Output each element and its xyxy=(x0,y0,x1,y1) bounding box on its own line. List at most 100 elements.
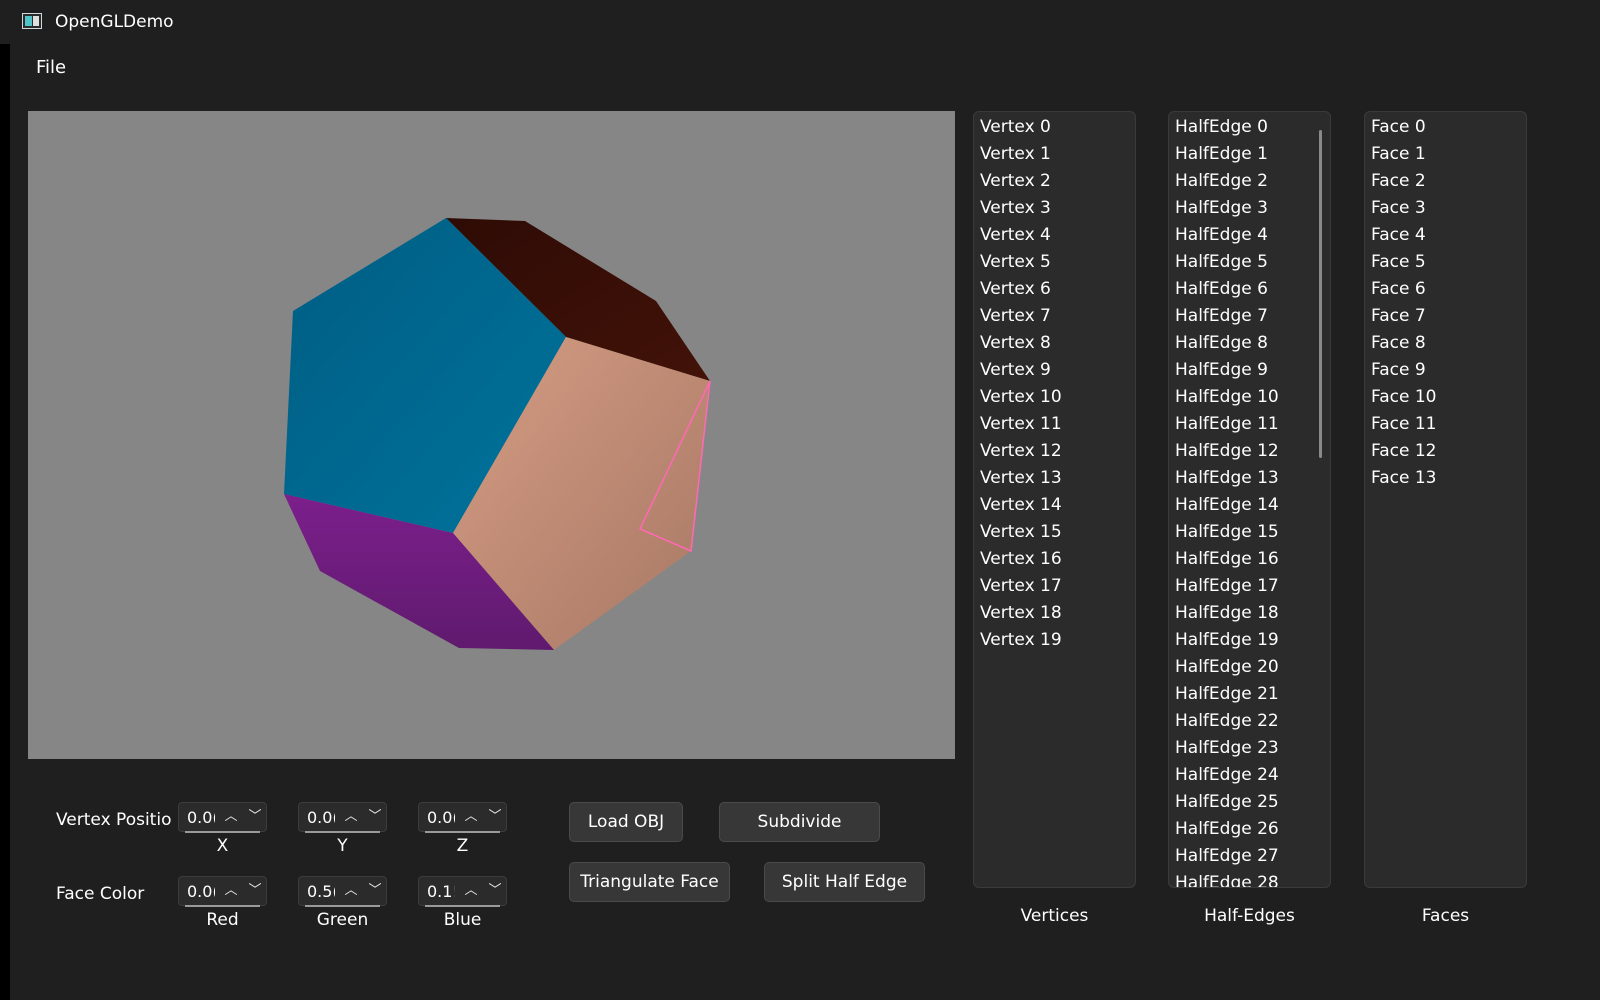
half-edge-list-item[interactable]: HalfEdge 5 xyxy=(1169,249,1330,276)
half-edge-list-item[interactable]: HalfEdge 3 xyxy=(1169,195,1330,222)
chevron-up-icon[interactable]: ︿ xyxy=(461,806,481,828)
vertex-list-item[interactable]: Vertex 4 xyxy=(974,222,1135,249)
vertex-list-item[interactable]: Vertex 7 xyxy=(974,303,1135,330)
face-list-item[interactable]: Face 13 xyxy=(1365,465,1526,492)
face-list-item[interactable]: Face 1 xyxy=(1365,141,1526,168)
face-red-value: 0.0( xyxy=(187,882,215,901)
vertex-list-item[interactable]: Vertex 11 xyxy=(974,411,1135,438)
vertex-list-item[interactable]: Vertex 6 xyxy=(974,276,1135,303)
chevron-up-icon[interactable]: ︿ xyxy=(341,880,361,902)
half-edge-list-item[interactable]: HalfEdge 21 xyxy=(1169,681,1330,708)
half-edges-list[interactable]: HalfEdge 0 HalfEdge 1 HalfEdge 2 HalfEdge 3… xyxy=(1168,111,1331,888)
vertex-y-spinbox[interactable]: 0.0( ︿ ﹀ xyxy=(298,802,387,833)
mesh-render xyxy=(284,218,711,650)
half-edge-list-item[interactable]: HalfEdge 19 xyxy=(1169,627,1330,654)
vertex-list-item[interactable]: Vertex 3 xyxy=(974,195,1135,222)
vertex-list-item[interactable]: Vertex 12 xyxy=(974,438,1135,465)
face-list-item[interactable]: Face 6 xyxy=(1365,276,1526,303)
half-edge-list-item[interactable]: HalfEdge 12 xyxy=(1169,438,1330,465)
half-edge-list-item[interactable]: HalfEdge 18 xyxy=(1169,600,1330,627)
half-edge-list-item[interactable]: HalfEdge 24 xyxy=(1169,762,1330,789)
title-bar: OpenGLDemo xyxy=(0,0,1600,44)
face-list-item[interactable]: Face 5 xyxy=(1365,249,1526,276)
chevron-down-icon[interactable]: ﹀ xyxy=(245,880,265,902)
vertex-list-item[interactable]: Vertex 18 xyxy=(974,600,1135,627)
face-list-item[interactable]: Face 3 xyxy=(1365,195,1526,222)
half-edge-list-item[interactable]: HalfEdge 1 xyxy=(1169,141,1330,168)
half-edge-list-item[interactable]: HalfEdge 28 xyxy=(1169,870,1330,887)
face-green-caption: Green xyxy=(316,910,369,930)
face-list-item[interactable]: Face 9 xyxy=(1365,357,1526,384)
load-obj-button[interactable]: Load OBJ xyxy=(569,802,683,842)
half-edge-list-item[interactable]: HalfEdge 4 xyxy=(1169,222,1330,249)
chevron-up-icon[interactable]: ︿ xyxy=(341,806,361,828)
face-green-spinbox[interactable]: 0.5( ︿ ﹀ xyxy=(298,876,387,907)
vertex-list-item[interactable]: Vertex 10 xyxy=(974,384,1135,411)
subdivide-button[interactable]: Subdivide xyxy=(719,802,880,842)
vertex-list-item[interactable]: Vertex 13 xyxy=(974,465,1135,492)
triangulate-face-button[interactable]: Triangulate Face xyxy=(569,862,730,902)
vertex-list-item[interactable]: Vertex 2 xyxy=(974,168,1135,195)
faces-list[interactable]: Face 0 Face 1 Face 2 Face 3 Face 4 Face 5 Face… xyxy=(1364,111,1527,888)
half-edge-list-item[interactable]: HalfEdge 10 xyxy=(1169,384,1330,411)
vertex-position-label: Vertex Positio xyxy=(56,810,172,830)
face-list-item[interactable]: Face 4 xyxy=(1365,222,1526,249)
vertex-z-spinbox[interactable]: 0.0( ︿ ﹀ xyxy=(418,802,507,833)
half-edge-list-item[interactable]: HalfEdge 6 xyxy=(1169,276,1330,303)
chevron-down-icon[interactable]: ﹀ xyxy=(365,806,385,828)
face-list-item[interactable]: Face 10 xyxy=(1365,384,1526,411)
half-edge-list-item[interactable]: HalfEdge 23 xyxy=(1169,735,1330,762)
vertex-list-item[interactable]: Vertex 1 xyxy=(974,141,1135,168)
half-edge-list-item[interactable]: HalfEdge 11 xyxy=(1169,411,1330,438)
chevron-up-icon[interactable]: ︿ xyxy=(221,806,241,828)
vertex-list-item[interactable]: Vertex 9 xyxy=(974,357,1135,384)
half-edge-list-item[interactable]: HalfEdge 13 xyxy=(1169,465,1330,492)
half-edge-list-item[interactable]: HalfEdge 14 xyxy=(1169,492,1330,519)
half-edges-scrollbar[interactable] xyxy=(1319,130,1322,458)
half-edge-list-item[interactable]: HalfEdge 25 xyxy=(1169,789,1330,816)
vertex-list-item[interactable]: Vertex 14 xyxy=(974,492,1135,519)
chevron-down-icon[interactable]: ﹀ xyxy=(245,806,265,828)
chevron-down-icon[interactable]: ﹀ xyxy=(485,806,505,828)
half-edge-list-item[interactable]: HalfEdge 20 xyxy=(1169,654,1330,681)
chevron-up-icon[interactable]: ︿ xyxy=(221,880,241,902)
chevron-down-icon[interactable]: ﹀ xyxy=(365,880,385,902)
vertex-list-item[interactable]: Vertex 8 xyxy=(974,330,1135,357)
half-edge-list-item[interactable]: HalfEdge 22 xyxy=(1169,708,1330,735)
split-half-edge-button[interactable]: Split Half Edge xyxy=(764,862,925,902)
half-edge-list-item[interactable]: HalfEdge 9 xyxy=(1169,357,1330,384)
half-edge-list-item[interactable]: HalfEdge 16 xyxy=(1169,546,1330,573)
menu-file[interactable]: File xyxy=(36,57,66,78)
vertex-list-item[interactable]: Vertex 17 xyxy=(974,573,1135,600)
half-edge-list-item[interactable]: HalfEdge 2 xyxy=(1169,168,1330,195)
vertex-list-item[interactable]: Vertex 19 xyxy=(974,627,1135,654)
face-list-item[interactable]: Face 0 xyxy=(1365,114,1526,141)
vertex-list-item[interactable]: Vertex 16 xyxy=(974,546,1135,573)
vertex-list-item[interactable]: Vertex 5 xyxy=(974,249,1135,276)
face-list-item[interactable]: Face 7 xyxy=(1365,303,1526,330)
vertex-z-value: 0.0( xyxy=(427,808,455,827)
half-edge-list-item[interactable]: HalfEdge 26 xyxy=(1169,816,1330,843)
half-edge-list-item[interactable]: HalfEdge 0 xyxy=(1169,114,1330,141)
face-list-item[interactable]: Face 8 xyxy=(1365,330,1526,357)
face-blue-spinbox[interactable]: 0.1! ︿ ﹀ xyxy=(418,876,507,907)
half-edge-list-item[interactable]: HalfEdge 17 xyxy=(1169,573,1330,600)
face-list-item[interactable]: Face 2 xyxy=(1365,168,1526,195)
opengl-viewport[interactable] xyxy=(28,111,955,759)
chevron-up-icon[interactable]: ︿ xyxy=(461,880,481,902)
half-edge-list-item[interactable]: HalfEdge 8 xyxy=(1169,330,1330,357)
vertices-list[interactable]: Vertex 0 Vertex 1 Vertex 2 Vertex 3 Vertex 4… xyxy=(973,111,1136,888)
half-edge-list-item[interactable]: HalfEdge 7 xyxy=(1169,303,1330,330)
face-red-caption: Red xyxy=(206,910,239,930)
face-list-item[interactable]: Face 12 xyxy=(1365,438,1526,465)
half-edge-list-item[interactable]: HalfEdge 15 xyxy=(1169,519,1330,546)
vertex-list-item[interactable]: Vertex 0 xyxy=(974,114,1135,141)
vertex-list-item[interactable]: Vertex 15 xyxy=(974,519,1135,546)
vertex-z-caption: Z xyxy=(456,836,469,856)
chevron-down-icon[interactable]: ﹀ xyxy=(485,880,505,902)
face-list-item[interactable]: Face 11 xyxy=(1365,411,1526,438)
face-red-spinbox[interactable]: 0.0( ︿ ﹀ xyxy=(178,876,267,907)
vertex-x-spinbox[interactable]: 0.0( ︿ ﹀ xyxy=(178,802,267,833)
half-edge-list-item[interactable]: HalfEdge 27 xyxy=(1169,843,1330,870)
vertex-y-value: 0.0( xyxy=(307,808,335,827)
